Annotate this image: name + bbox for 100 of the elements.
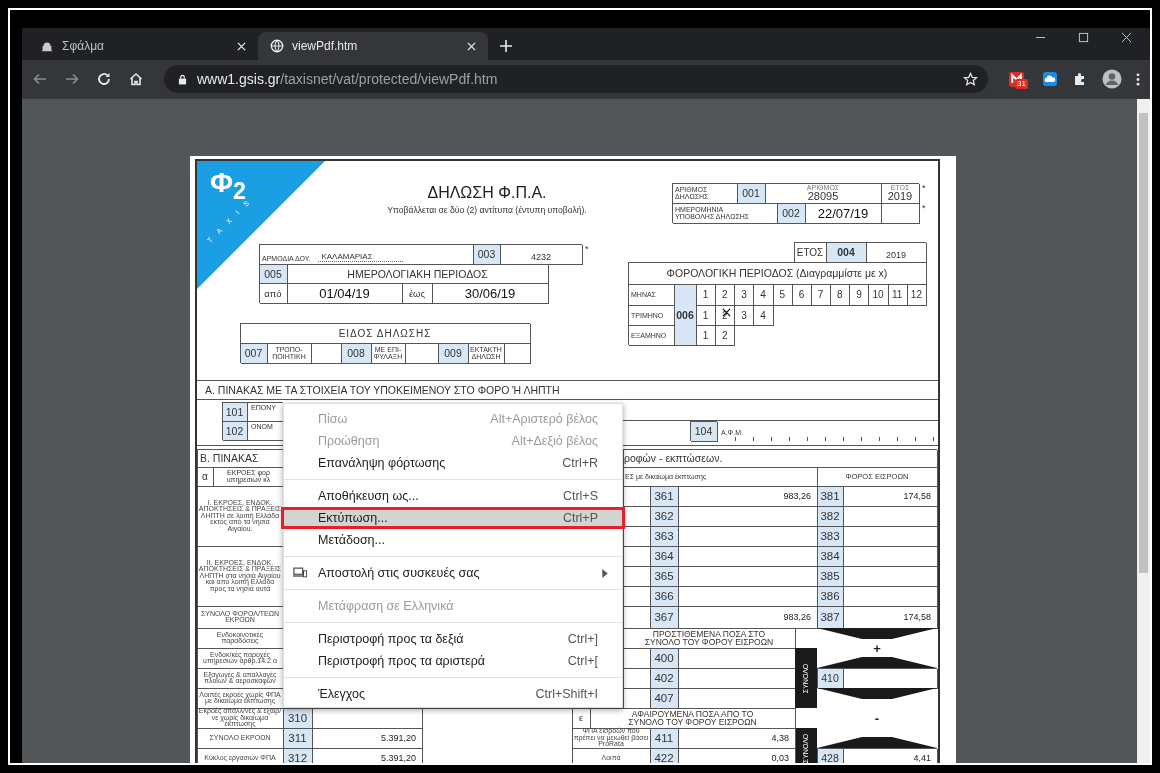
section-heading: ΑΦΑΙΡΟΥΜΕΝΑ ΠΟΣΑ ΑΠΟ ΤΟ ΣΥΝΟΛΟ ΤΟΥ ΦΟΡΟΥ ΕΙΣΡΟΩΝ: [590, 708, 795, 728]
amount-cell: 983,26: [678, 606, 817, 628]
cross-icon: [722, 308, 732, 317]
devices-icon: [293, 567, 307, 578]
reload-icon[interactable]: [96, 71, 112, 87]
menu-label: Περιστροφή προς τα δεξιά: [318, 632, 464, 646]
section-heading: ΠΡΟΣΤΙΘΕΜΕΝΑ ΠΟΣΑ ΣΤΟ ΣΥΝΟΛΟ ΤΟΥ ΦΟΡΟΥ ΕΙΣΡΟΩΝ: [623, 628, 795, 648]
checkbox[interactable]: [504, 343, 530, 363]
close-icon[interactable]: [237, 41, 246, 51]
menu-label: Μετάφραση σε Ελληνικά: [318, 599, 454, 613]
field-value: 01/04/19: [287, 283, 402, 303]
cloud-icon[interactable]: [1042, 71, 1058, 87]
field-code: 381: [817, 486, 843, 506]
period-cell[interactable]: 1: [696, 284, 716, 305]
table-heading: ΦΟΡΟΛΟΓΙΚΗ ΠΕΡΙΟΔΟΣ (Διαγραμμίστε με x): [628, 262, 926, 284]
menu-item[interactable]: Περιστροφή προς τα δεξιά Ctrl+]: [284, 628, 622, 650]
period-cell[interactable]: 1: [696, 325, 716, 345]
url-text[interactable]: www1.gsis.gr/taxisnet/vat/protected/viewPdf.htm: [197, 71, 498, 87]
menu-item[interactable]: Αποστολή στις συσκευές σας: [284, 562, 622, 584]
menu-item[interactable]: Αποθήκευση ως... Ctrl+S: [284, 485, 622, 507]
menu-item[interactable]: Περιστροφή προς τα αριστερά Ctrl+[: [284, 650, 622, 672]
field-code: 422: [650, 748, 678, 763]
shortcut-text: Ctrl+Shift+I: [535, 687, 598, 701]
period-cell[interactable]: 3: [734, 284, 754, 305]
shortcut-text: Ctrl+[: [567, 654, 598, 668]
period-cell[interactable]: 8: [830, 284, 850, 305]
field-code: 005: [259, 264, 287, 283]
menu-item[interactable]: Επανάληψη φόρτωσης Ctrl+R: [284, 452, 622, 474]
menu-item[interactable]: Μετάδοση...: [284, 529, 622, 551]
column-letter: α: [197, 467, 214, 486]
period-cell[interactable]: 3: [734, 305, 754, 325]
menu-item[interactable]: Έλεγχος Ctrl+Shift+I: [284, 683, 622, 705]
field-code: 004: [826, 242, 866, 262]
shortcut-text: Alt+Δεξιό βέλος: [511, 434, 598, 448]
home-icon[interactable]: [128, 71, 144, 87]
field-code: 006: [674, 284, 696, 345]
section-heading: Α. ΠΙΝΑΚΑΣ ΜΕ ΤΑ ΣΤΟΙΧΕΙΑ ΤΟΥ ΥΠΟΚΕΙΜΕΝΟΥ ΣΤΟ ΦΟΡΟ Ή ΛΗΠΤΗ: [197, 381, 938, 400]
browser-tab[interactable]: viewPdf.htm: [258, 32, 488, 60]
menu-label: Επανάληψη φόρτωσης: [318, 456, 446, 470]
menu-icon[interactable]: [1136, 71, 1140, 87]
field-code: 387: [817, 606, 843, 628]
browser-tab[interactable]: Σφάλμα: [28, 32, 258, 60]
field-code: 002: [777, 203, 805, 223]
field-code: 311: [283, 728, 312, 748]
close-icon[interactable]: [467, 41, 476, 51]
forward-icon[interactable]: [64, 71, 80, 87]
back-icon[interactable]: [32, 71, 48, 87]
menu-label: Περιστροφή προς τα αριστερά: [318, 654, 486, 668]
new-tab-icon[interactable]: [500, 40, 512, 52]
table-heading: ΗΜΕΡΟΛΟΓΙΑΚΗ ΠΕΡΙΟΔΟΣ: [287, 264, 548, 283]
extension-button[interactable]: 31: [1008, 69, 1028, 89]
form-title: ΔΗΛΩΣΗ Φ.Π.Α.: [426, 184, 548, 202]
menu-label: Προώθηση: [318, 434, 380, 448]
amount-cell: 174,58: [843, 486, 937, 506]
shortcut-text: Ctrl+R: [562, 456, 598, 470]
scrollbar-thumb[interactable]: [1139, 113, 1148, 573]
period-cell[interactable]: 6: [791, 284, 811, 305]
field-label: ΕΤΟΣ: [794, 242, 826, 262]
column-letter: ε: [572, 708, 590, 728]
period-cell[interactable]: 4: [753, 284, 773, 305]
field-value: 2019: [866, 242, 926, 262]
field-code: 428: [817, 748, 843, 763]
field-code: 101: [222, 402, 247, 421]
scrollbar[interactable]: [1137, 99, 1150, 763]
field-code: 402: [650, 668, 678, 688]
field-code: 009: [438, 343, 468, 363]
period-cell[interactable]: 7: [811, 284, 831, 305]
amount-cell: 5.391,20: [312, 728, 422, 748]
star-icon[interactable]: [963, 71, 978, 87]
field-label: από: [259, 283, 287, 303]
period-cell[interactable]: 2: [715, 325, 735, 345]
asterisk: *: [922, 203, 926, 215]
asterisk: *: [922, 183, 926, 195]
address-bar[interactable]: www1.gsis.gr/taxisnet/vat/protected/viewPdf.htm: [164, 65, 988, 93]
close-icon[interactable]: [1121, 32, 1132, 43]
field-value: 2019: [887, 191, 913, 202]
period-cell[interactable]: 4: [753, 305, 773, 325]
field-label: έως: [402, 283, 432, 303]
period-cell[interactable]: 11: [887, 284, 907, 305]
avatar-icon[interactable]: [1102, 69, 1122, 89]
field-code: 400: [650, 648, 678, 668]
period-cell[interactable]: 1: [696, 305, 716, 325]
field-code: 367: [650, 606, 678, 628]
field-code: 312: [283, 748, 312, 763]
period-cell[interactable]: 2: [715, 284, 735, 305]
period-cell[interactable]: 10: [868, 284, 888, 305]
field-code: 411: [650, 728, 678, 748]
field-code: 003: [473, 244, 500, 264]
field-value: ΚΑΛΑΜΑΡΙΑΣ: [318, 252, 403, 262]
field-code: 364: [650, 546, 678, 566]
amount-cell: 4,38: [678, 728, 795, 748]
table-heading: ΕΙΔΟΣ ΔΗΛΩΣΗΣ: [240, 323, 530, 343]
period-cell[interactable]: 5: [772, 284, 792, 305]
menu-item[interactable]: Εκτύπωση... Ctrl+P: [281, 507, 625, 529]
lock-icon[interactable]: [178, 73, 187, 85]
period-cell[interactable]: 9: [849, 284, 869, 305]
section-heading: ροφών - εκπτώσεων.: [623, 449, 937, 467]
maximize-icon[interactable]: [1078, 32, 1089, 43]
period-cell[interactable]: 12: [906, 284, 926, 305]
menu-label: Εκτύπωση...: [318, 511, 388, 525]
